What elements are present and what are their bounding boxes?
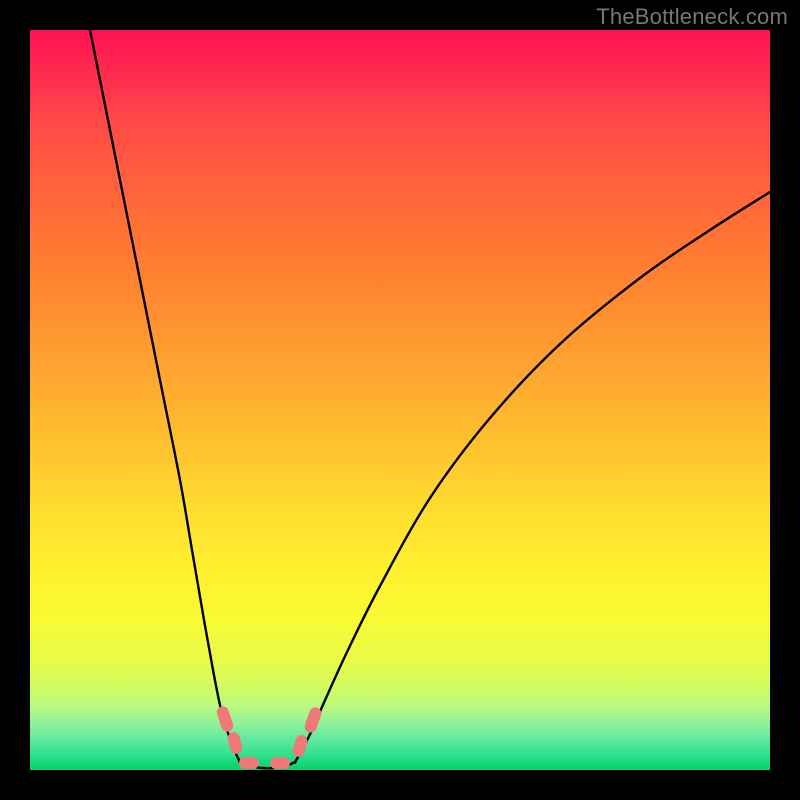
- marker-right-upper: [303, 706, 323, 735]
- valley-markers: [215, 705, 323, 769]
- marker-floor-right: [270, 757, 290, 769]
- marker-right-lower: [291, 734, 309, 758]
- marker-left-upper: [215, 705, 234, 733]
- watermark-text: TheBottleneck.com: [596, 4, 788, 30]
- curve-layer: [30, 30, 770, 770]
- chart-frame: TheBottleneck.com: [0, 0, 800, 800]
- marker-floor-left: [239, 757, 259, 769]
- plot-area: [30, 30, 770, 770]
- bottleneck-curve: [90, 30, 770, 768]
